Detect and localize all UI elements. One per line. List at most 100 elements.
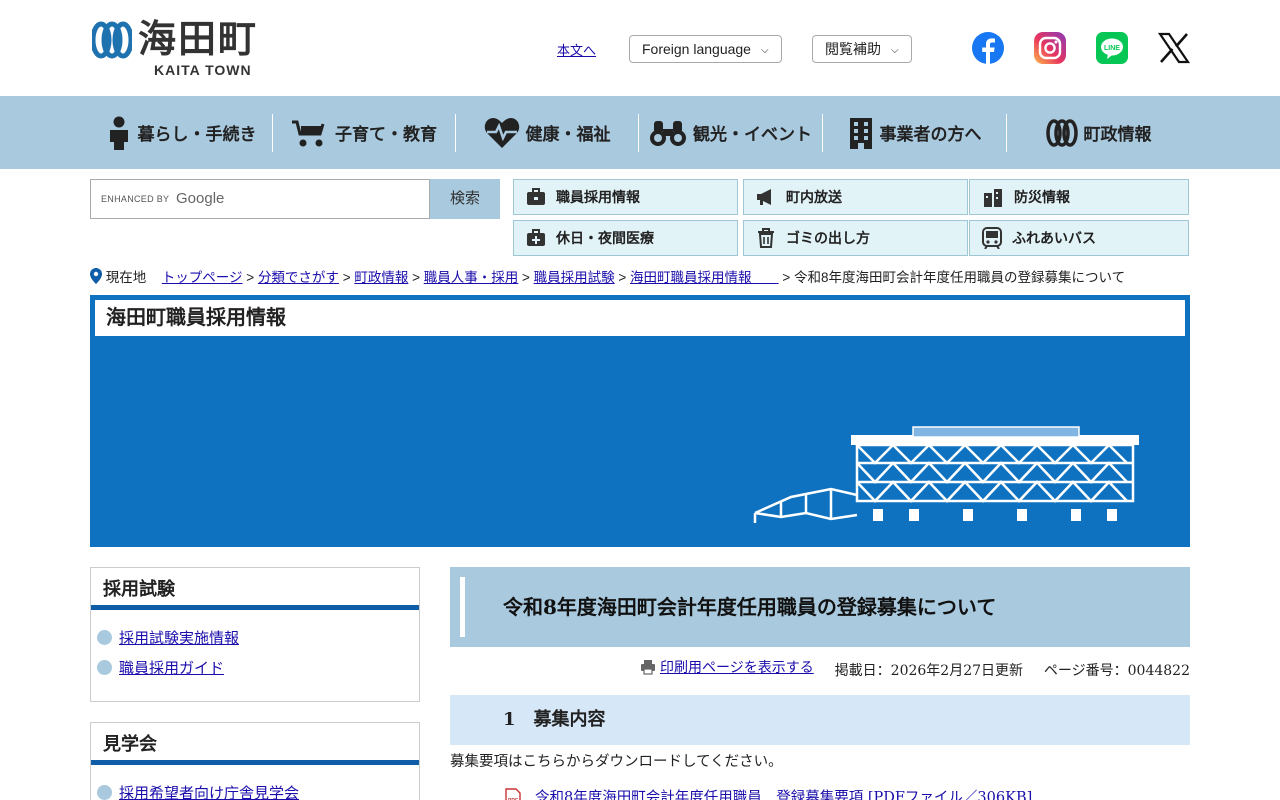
quicklink-bus[interactable]: ふれあいバス — [969, 220, 1189, 256]
logo-subtitle: KAITA TOWN — [154, 62, 252, 78]
page-meta: 印刷用ページを表示する 掲載日：2026年2月27日更新 ページ番号：00448… — [450, 656, 1190, 679]
section-heading: 1 募集内容 — [503, 709, 606, 730]
facebook-icon[interactable] — [971, 31, 1005, 65]
accessibility-dropdown[interactable]: 閲覧補助 ⌵ — [812, 35, 912, 63]
building-icon — [849, 117, 872, 149]
briefcase-icon — [527, 188, 545, 205]
bullet-icon — [97, 629, 112, 645]
gnav-living[interactable]: 暮らし・手続き — [90, 96, 272, 169]
town-hall-illustration — [753, 426, 1139, 523]
sidebar-link[interactable]: 採用試験実施情報 — [119, 627, 239, 648]
breadcrumb-link[interactable]: 職員人事・採用 — [424, 270, 519, 285]
search-enhanced-by: ENHANCED BY — [101, 194, 170, 204]
bullet-icon — [97, 784, 112, 800]
banner-title: 海田町職員採用情報 — [95, 300, 1185, 336]
google-logo: Google — [176, 190, 225, 207]
gnav-label: 子育て・教育 — [335, 125, 437, 144]
breadcrumb-separator: > — [618, 270, 631, 285]
stroller-icon — [292, 120, 325, 146]
gnav-health[interactable]: 健康・福祉 — [456, 96, 638, 169]
breadcrumb-here: 現在地 — [105, 270, 147, 285]
quicklink-label: 防災情報 — [1014, 189, 1070, 205]
pdf-download: PDF 令和8年度海田町会計年度任用職員 登録募集要項 [PDFファイル／306… — [505, 786, 1032, 800]
print-page-link[interactable]: 印刷用ページを表示する — [660, 656, 814, 678]
breadcrumb-link[interactable]: 海田町職員採用情報 — [630, 270, 779, 285]
sidebar-link[interactable]: 採用希望者向け庁舎見学会 — [119, 782, 299, 800]
quicklink-label: ふれあいバス — [1012, 230, 1096, 246]
foreign-language-label: Foreign language — [642, 41, 751, 57]
site-logo[interactable]: 海田町 KAITA TOWN — [90, 16, 270, 80]
skip-to-content-link[interactable]: 本文へ — [557, 40, 596, 59]
search-button[interactable]: 検索 — [430, 179, 500, 219]
accessibility-label: 閲覧補助 — [825, 41, 881, 57]
quicklink-label: 町内放送 — [786, 189, 842, 205]
bus-icon — [982, 227, 1002, 249]
sidebar-box-tours: 見学会 採用希望者向け庁舎見学会 — [90, 722, 420, 800]
gnav-government[interactable]: 町政情報 — [1007, 96, 1190, 169]
gnav-label: 暮らし・手続き — [137, 125, 257, 144]
heartbeat-icon — [484, 117, 519, 148]
pdf-download-link[interactable]: 令和8年度海田町会計年度任用職員 登録募集要項 [PDFファイル／306KB] — [535, 786, 1032, 800]
pdf-file-icon: PDF — [505, 787, 521, 800]
breadcrumb-separator: > — [246, 270, 258, 285]
page-title-box: 令和8年度海田町会計年度任用職員の登録募集について — [450, 567, 1190, 647]
trash-icon — [758, 228, 774, 248]
search-input[interactable]: ENHANCED BY Google — [90, 179, 430, 219]
gnav-label: 町政情報 — [1083, 125, 1152, 144]
gnav-childcare[interactable]: 子育て・教育 — [273, 96, 455, 169]
body-text: 募集要項はこちらからダウンロードしてください。 — [450, 754, 783, 770]
quicklink-medical[interactable]: 休日・夜間医療 — [513, 220, 738, 256]
section-heading-box: 1 募集内容 — [450, 695, 1190, 745]
breadcrumb-link[interactable]: 町政情報 — [354, 270, 408, 285]
breadcrumb-link[interactable]: 分類でさがす — [258, 270, 339, 285]
foreign-language-dropdown[interactable]: Foreign language ⌵ — [629, 35, 782, 63]
sidebar-link[interactable]: 職員採用ガイド — [119, 657, 224, 678]
breadcrumb-link[interactable]: トップページ — [162, 270, 243, 285]
x-icon[interactable] — [1157, 31, 1191, 65]
breadcrumb-separator: > — [522, 270, 534, 285]
breadcrumb-separator: > — [342, 270, 355, 285]
chevron-down-icon: ⌵ — [760, 45, 769, 56]
page-number: ページ番号：0044822 — [1043, 663, 1190, 679]
megaphone-icon — [757, 189, 771, 205]
person-icon — [109, 116, 128, 150]
gnav-tourism[interactable]: 観光・イベント — [639, 96, 822, 169]
location-pin-icon — [90, 268, 102, 284]
breadcrumb-separator: > — [782, 270, 794, 285]
quicklink-recruitment[interactable]: 職員採用情報 — [513, 179, 738, 215]
sidebar-box-title: 見学会 — [91, 723, 419, 765]
gnav-label: 健康・福祉 — [525, 125, 611, 144]
binoculars-icon — [650, 120, 686, 146]
town-emblem-icon — [92, 21, 132, 59]
sidebar-list: 採用試験実施情報 職員採用ガイド — [91, 610, 419, 690]
list-item: 職員採用ガイド — [97, 652, 419, 682]
quicklink-garbage[interactable]: ゴミの出し方 — [743, 220, 968, 256]
breadcrumb-link[interactable]: 職員採用試験 — [534, 270, 615, 285]
disaster-icon — [984, 189, 1002, 207]
sidebar-list: 採用希望者向け庁舎見学会 — [91, 765, 419, 800]
breadcrumb: 現在地 トップページ > 分類でさがす > 町政情報 > 職員人事・採用 > 職… — [90, 268, 1190, 288]
published-date: 掲載日：2026年2月27日更新 — [834, 663, 1024, 679]
quicklink-label: 休日・夜間医療 — [556, 230, 654, 246]
bullet-icon — [97, 659, 112, 675]
global-nav: 暮らし・手続き 子育て・教育 健康・福祉 観光・イベント 事業者の方へ 町政情報 — [0, 96, 1280, 169]
print-link-wrap[interactable]: 印刷用ページを表示する — [640, 656, 814, 678]
chevron-down-icon: ⌵ — [891, 45, 899, 56]
line-icon[interactable]: LINE — [1095, 31, 1129, 65]
gnav-label: 観光・イベント — [693, 125, 812, 144]
instagram-icon[interactable] — [1033, 31, 1067, 65]
sidebar-box-title: 採用試験 — [91, 568, 419, 610]
page-title: 令和8年度海田町会計年度任用職員の登録募集について — [503, 595, 997, 619]
breadcrumb-separator: > — [412, 270, 424, 285]
site-search: ENHANCED BY Google 検索 — [90, 179, 500, 219]
category-banner: 海田町職員採用情報 — [90, 295, 1190, 547]
quicklink-disaster[interactable]: 防災情報 — [969, 179, 1189, 215]
breadcrumb-current: 令和8年度海田町会計年度任用職員の登録募集について — [793, 270, 1126, 285]
quicklink-broadcast[interactable]: 町内放送 — [743, 179, 968, 215]
medical-bag-icon — [527, 229, 545, 246]
list-item: 採用希望者向け庁舎見学会 — [97, 777, 419, 800]
logo-text: 海田町 — [138, 17, 259, 61]
sidebar-box-exams: 採用試験 採用試験実施情報 職員採用ガイド — [90, 567, 420, 702]
quicklink-label: ゴミの出し方 — [786, 230, 870, 246]
gnav-business[interactable]: 事業者の方へ — [823, 96, 1006, 169]
